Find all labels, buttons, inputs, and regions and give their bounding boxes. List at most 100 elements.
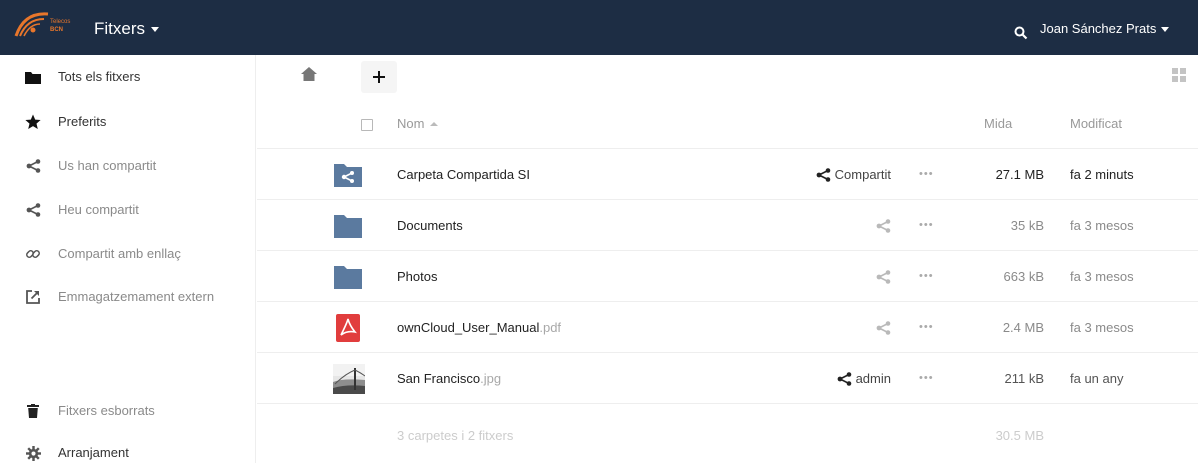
table-header: Nom Mida Modificat <box>257 99 1198 149</box>
file-basename: San Francisco <box>397 371 481 386</box>
file-name[interactable]: ownCloud_User_Manual.pdf <box>397 302 561 353</box>
summary-count: 3 carpetes i 2 fitxers <box>397 428 514 443</box>
new-file-button[interactable] <box>361 61 397 93</box>
table-row[interactable]: San Francisco.jpg admin ••• 211 kB fa un… <box>257 353 1198 404</box>
svg-text:BCN: BCN <box>50 27 63 33</box>
file-name[interactable]: Photos <box>397 251 437 302</box>
share-icon <box>837 371 851 386</box>
table-summary: 3 carpetes i 2 fitxers 30.5 MB <box>257 405 1198 463</box>
sidebar-item-label: Arranjament <box>58 445 129 460</box>
share-icon <box>876 269 891 284</box>
file-modified: fa 3 mesos <box>1070 320 1134 335</box>
sidebar-item-label: Heu compartit <box>58 202 139 217</box>
star-icon <box>24 113 42 131</box>
more-actions-button[interactable]: ••• <box>919 200 934 251</box>
file-basename: Photos <box>397 269 438 284</box>
grid-view-icon[interactable] <box>1172 68 1186 82</box>
sidebar-item-label: Fitxers esborrats <box>58 403 155 418</box>
sidebar-item-shared-with-you[interactable]: Us han compartit <box>0 144 256 188</box>
file-extension: .pdf <box>539 320 562 335</box>
file-basename: Documents <box>397 218 463 233</box>
file-basename: Carpeta Compartida SI <box>397 167 530 182</box>
sidebar-item-deleted-files[interactable]: Fitxers esborrats <box>0 389 256 433</box>
share-icon <box>24 201 42 219</box>
link-icon <box>24 245 42 263</box>
pdf-icon <box>333 313 363 343</box>
share-label: Compartit <box>834 167 891 182</box>
file-modified: fa 3 mesos <box>1070 269 1134 284</box>
sidebar: Tots els fitxers Preferits Us han compar… <box>0 55 256 463</box>
file-size: 211 kB <box>1004 371 1044 386</box>
folder-icon <box>333 211 363 241</box>
app-title: Fitxers <box>94 19 145 38</box>
search-icon[interactable] <box>1014 26 1028 45</box>
user-menu-button[interactable]: Joan Sánchez Prats <box>1040 0 1170 55</box>
share-action[interactable] <box>876 200 891 251</box>
sidebar-item-settings[interactable]: Arranjament <box>0 431 256 463</box>
sidebar-item-label: Preferits <box>58 114 107 129</box>
share-icon <box>24 157 42 175</box>
external-icon <box>24 288 42 306</box>
sidebar-item-label: Us han compartit <box>58 158 157 173</box>
file-name[interactable]: Documents <box>397 200 463 251</box>
sidebar-item-favorites[interactable]: Preferits <box>0 100 256 144</box>
share-action[interactable] <box>876 302 891 353</box>
chevron-down-icon <box>1161 27 1170 33</box>
plus-icon <box>373 71 385 83</box>
controls-bar <box>257 55 1198 99</box>
table-row[interactable]: Documents ••• 35 kB fa 3 mesos <box>257 200 1198 251</box>
file-size: 35 kB <box>1010 218 1044 233</box>
home-icon[interactable] <box>301 67 321 87</box>
file-modified: fa 2 minuts <box>1070 167 1134 182</box>
folder-icon <box>333 262 363 292</box>
chevron-down-icon <box>151 27 159 33</box>
more-actions-button[interactable]: ••• <box>919 149 934 200</box>
share-icon <box>876 218 891 233</box>
table-row[interactable]: Photos ••• 663 kB fa 3 mesos <box>257 251 1198 302</box>
file-size: 2.4 MB <box>1002 320 1044 335</box>
telecos-bcn-logo[interactable]: Telecos BCN <box>10 6 90 46</box>
sidebar-item-label: Tots els fitxers <box>58 69 141 84</box>
table-row[interactable]: ownCloud_User_Manual.pdf ••• 2.4 MB fa 3… <box>257 302 1198 353</box>
sidebar-item-label: Compartit amb enllaç <box>58 246 181 261</box>
share-action[interactable]: Compartit <box>816 149 891 200</box>
top-bar: Telecos BCN Fitxers Joan Sánchez Prats <box>0 0 1198 55</box>
sidebar-item-external-storage[interactable]: Emmagatzemament extern <box>0 275 256 319</box>
column-header-name[interactable]: Nom <box>397 99 439 149</box>
column-header-modified[interactable]: Modificat <box>1070 99 1122 149</box>
folder-icon <box>24 68 42 86</box>
user-name: Joan Sánchez Prats <box>1040 21 1157 36</box>
sidebar-item-label: Emmagatzemament extern <box>58 289 215 304</box>
sidebar-item-shared-by-you[interactable]: Heu compartit <box>0 188 256 232</box>
select-all-checkbox[interactable] <box>361 119 373 131</box>
more-actions-button[interactable]: ••• <box>919 302 934 353</box>
file-modified: fa un any <box>1070 371 1124 386</box>
file-extension: .jpg <box>480 371 502 386</box>
image-thumbnail <box>333 364 366 394</box>
summary-size: 30.5 MB <box>995 428 1044 443</box>
share-icon <box>876 320 891 335</box>
column-header-size[interactable]: Mida <box>984 99 1012 149</box>
file-size: 27.1 MB <box>995 167 1044 182</box>
sort-ascending-icon <box>430 121 439 126</box>
more-actions-button[interactable]: ••• <box>919 251 934 302</box>
share-action[interactable]: admin <box>837 353 891 404</box>
table-row[interactable]: Carpeta Compartida SI Compartit ••• 27.1… <box>257 149 1198 200</box>
file-basename: ownCloud_User_Manual <box>397 320 540 335</box>
sidebar-item-all-files[interactable]: Tots els fitxers <box>0 55 256 99</box>
share-icon <box>816 167 830 182</box>
more-actions-button[interactable]: ••• <box>919 353 934 404</box>
file-name[interactable]: San Francisco.jpg <box>397 353 501 404</box>
file-modified: fa 3 mesos <box>1070 218 1134 233</box>
trash-icon <box>24 402 42 420</box>
share-action[interactable] <box>876 251 891 302</box>
share-owner-label: admin <box>855 371 891 386</box>
column-header-label: Nom <box>397 116 425 131</box>
app-menu-button[interactable]: Fitxers <box>94 0 159 55</box>
svg-text:Telecos: Telecos <box>50 19 70 25</box>
shared-folder-icon <box>333 160 363 190</box>
sidebar-item-shared-by-link[interactable]: Compartit amb enllaç <box>0 232 256 276</box>
file-size: 663 kB <box>1003 269 1044 284</box>
gear-icon <box>24 444 42 462</box>
file-name[interactable]: Carpeta Compartida SI <box>397 149 530 200</box>
